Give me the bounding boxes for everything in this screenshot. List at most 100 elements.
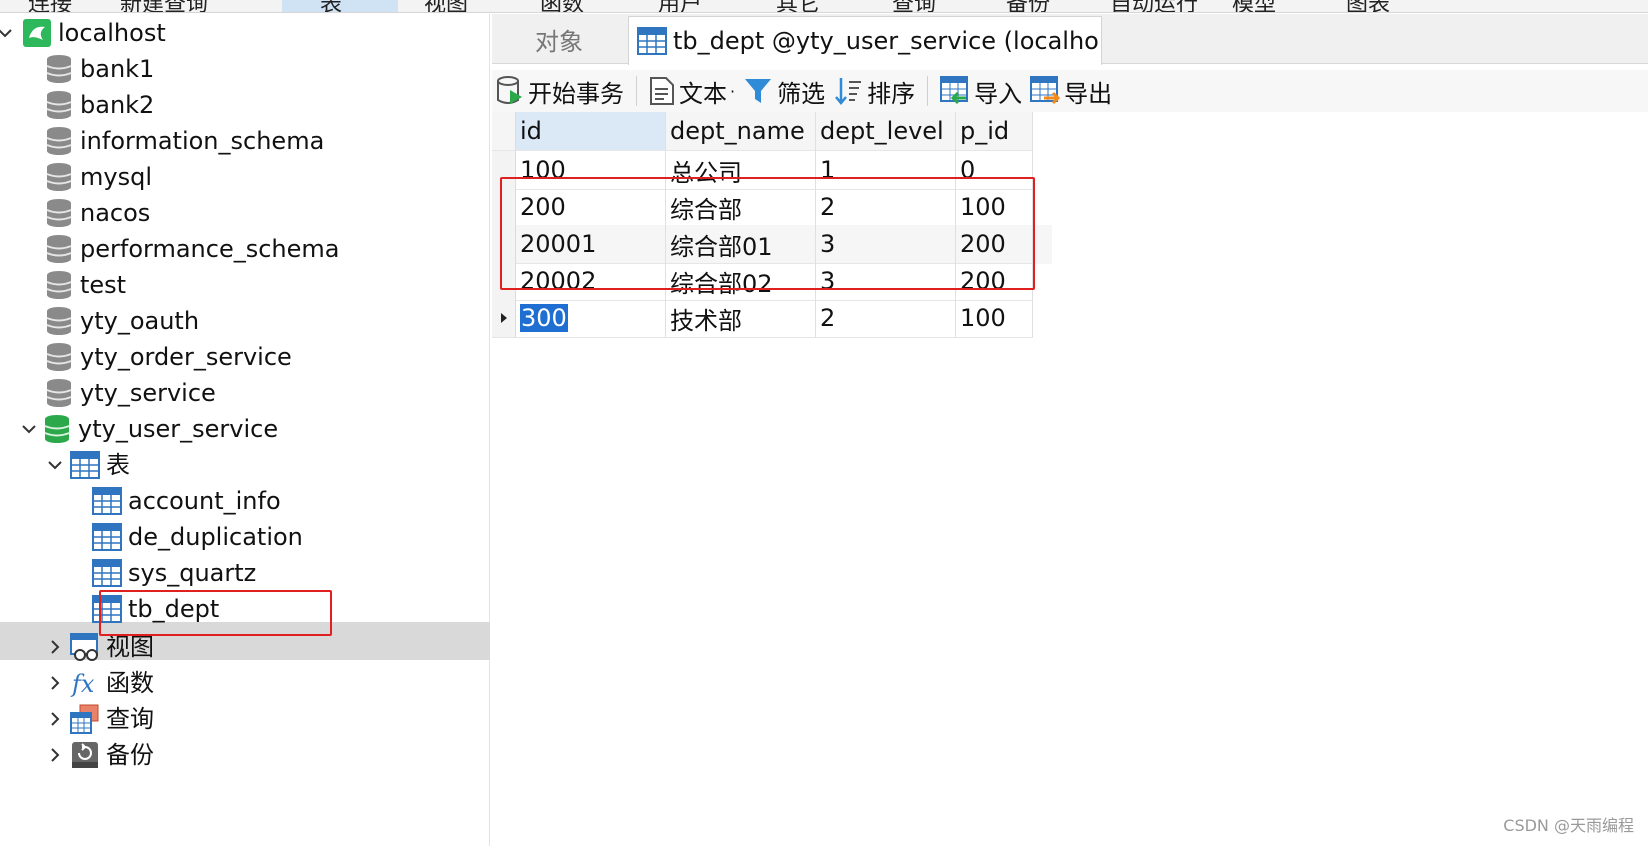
- table-row[interactable]: 300 技术部 2 100: [492, 299, 1052, 338]
- chevron-down-icon[interactable]: [0, 14, 16, 52]
- tree-db-item[interactable]: test: [44, 266, 126, 304]
- tree-db-label: bank2: [80, 91, 155, 119]
- database-active-icon: [42, 414, 72, 444]
- tree-connection-label: localhost: [58, 19, 166, 47]
- tree-group-backups[interactable]: 备份: [44, 736, 154, 774]
- toolbar-view[interactable]: 视图: [424, 0, 468, 12]
- tree-group-functions[interactable]: fx 函数: [44, 664, 154, 702]
- filter-funnel-icon: [745, 79, 772, 103]
- watermark: CSDN @天雨编程: [1503, 816, 1634, 835]
- tab-objects[interactable]: 对象: [492, 14, 626, 64]
- begin-transaction-button[interactable]: 开始事务: [492, 71, 628, 111]
- tab-tb-dept[interactable]: tb_dept @yty_user_service (localho...: [628, 16, 1102, 65]
- chevron-down-icon[interactable]: [44, 446, 66, 484]
- tree-db-item[interactable]: yty_oauth: [44, 302, 199, 340]
- database-icon: [44, 234, 74, 264]
- tree-table-label: account_info: [128, 487, 281, 515]
- function-fx-icon: fx: [70, 668, 100, 698]
- sort-button[interactable]: 排序: [829, 71, 919, 111]
- cell-id[interactable]: 300: [516, 299, 666, 338]
- toolbar-connect[interactable]: 连接: [28, 0, 72, 12]
- tree-group-queries[interactable]: 查询: [44, 700, 154, 738]
- toolbar-user[interactable]: 用户: [658, 0, 702, 12]
- table-icon: [92, 558, 122, 588]
- toolbar-other[interactable]: 其它: [776, 0, 820, 12]
- tree-db-yty-user-service[interactable]: yty_user_service: [18, 410, 278, 448]
- column-header-id[interactable]: id: [516, 112, 666, 151]
- import-button[interactable]: 导入: [936, 71, 1026, 111]
- table-icon: [637, 26, 667, 56]
- export-label: 导出: [1064, 79, 1113, 108]
- tree-db-label: yty_oauth: [80, 307, 200, 335]
- tree-table-label: de_duplication: [128, 523, 303, 551]
- column-header-p-id[interactable]: p_id: [956, 112, 1033, 151]
- tree-db-item[interactable]: bank1: [44, 50, 154, 88]
- database-icon: [44, 342, 74, 372]
- grid-header-row: id dept_name dept_level p_id: [492, 112, 1052, 151]
- document-text-icon: [650, 77, 674, 105]
- cell-text: 技术部: [670, 306, 742, 335]
- tree-db-item[interactable]: yty_order_service: [44, 338, 292, 376]
- tree-group-tables[interactable]: 表: [44, 446, 130, 484]
- chevron-right-icon[interactable]: [44, 700, 66, 738]
- cell-text: 300: [520, 304, 568, 332]
- tree-table-item[interactable]: sys_quartz: [92, 554, 256, 592]
- tree-group-label: 函数: [106, 669, 154, 697]
- highlight-box-selected-table: [99, 590, 332, 636]
- toolbar-function[interactable]: 函数: [540, 0, 584, 12]
- toolbar-new-query[interactable]: 新建查询: [120, 0, 208, 12]
- toolbar-query[interactable]: 查询: [892, 0, 936, 12]
- tree-db-item[interactable]: yty_service: [44, 374, 216, 412]
- tree-db-label: mysql: [80, 163, 152, 191]
- chevron-right-icon[interactable]: [44, 736, 66, 774]
- navigation-tree: localhost bank1 bank2 information_schemamy…: [0, 14, 490, 846]
- toolbar-divider: [927, 76, 929, 106]
- current-row-pointer-icon[interactable]: [492, 299, 516, 338]
- begin-transaction-label: 开始事务: [528, 79, 624, 108]
- tree-db-item[interactable]: performance_schema: [44, 230, 339, 268]
- tree-db-item[interactable]: bank2: [44, 86, 154, 124]
- dropdown-dot-icon[interactable]: ·: [730, 82, 735, 101]
- import-icon: [940, 76, 969, 105]
- column-header-dept-name[interactable]: dept_name: [666, 112, 816, 151]
- tree-db-label: nacos: [80, 199, 151, 227]
- database-icon: [44, 54, 74, 84]
- cell-dept-level[interactable]: 2: [816, 299, 956, 338]
- database-icon: [44, 162, 74, 192]
- tree-table-label: sys_quartz: [128, 559, 257, 587]
- tree-db-label: performance_schema: [80, 235, 340, 263]
- table-icon: [92, 522, 122, 552]
- database-icon: [44, 90, 74, 120]
- toolbar-model[interactable]: 模型: [1232, 0, 1276, 12]
- toolbar-backup[interactable]: 备份: [1006, 0, 1050, 12]
- database-icon: [44, 126, 74, 156]
- tree-db-label: test: [80, 271, 127, 299]
- chevron-right-icon[interactable]: [44, 628, 66, 666]
- toolbar-chart[interactable]: 图表: [1346, 0, 1390, 12]
- toolbar-automation[interactable]: 自动运行: [1110, 0, 1198, 12]
- main-toolbar: 连接 新建查询 表 视图 函数 用户 其它 查询 备份 自动运行 模型 图表: [0, 0, 1648, 13]
- tree-db-item[interactable]: nacos: [44, 194, 150, 232]
- chevron-right-icon[interactable]: [44, 664, 66, 702]
- toolbar-divider: [636, 76, 637, 106]
- database-icon: [44, 306, 74, 336]
- text-view-label: 文本: [679, 79, 727, 108]
- tree-table-item[interactable]: account_info: [92, 482, 281, 520]
- text-view-button[interactable]: 文本 ·: [645, 71, 739, 111]
- tree-db-label: information_schema: [80, 127, 325, 155]
- view-icon: [70, 632, 100, 662]
- tree-table-item[interactable]: de_duplication: [92, 518, 303, 556]
- toolbar-table[interactable]: 表: [320, 0, 342, 12]
- tree-db-label: bank1: [80, 55, 155, 83]
- tree-db-item[interactable]: mysql: [44, 158, 152, 196]
- tree-connection-localhost[interactable]: localhost: [0, 14, 166, 52]
- cell-p-id[interactable]: 100: [956, 299, 1033, 338]
- filter-label: 筛选: [777, 79, 826, 108]
- cell-text: 100: [960, 304, 1006, 332]
- cell-dept-name[interactable]: 技术部: [666, 299, 816, 338]
- filter-button[interactable]: 筛选: [739, 71, 829, 111]
- column-header-dept-level[interactable]: dept_level: [816, 112, 956, 151]
- export-button[interactable]: 导出: [1026, 71, 1116, 111]
- chevron-down-icon[interactable]: [18, 410, 40, 448]
- tree-db-item[interactable]: information_schema: [44, 122, 324, 160]
